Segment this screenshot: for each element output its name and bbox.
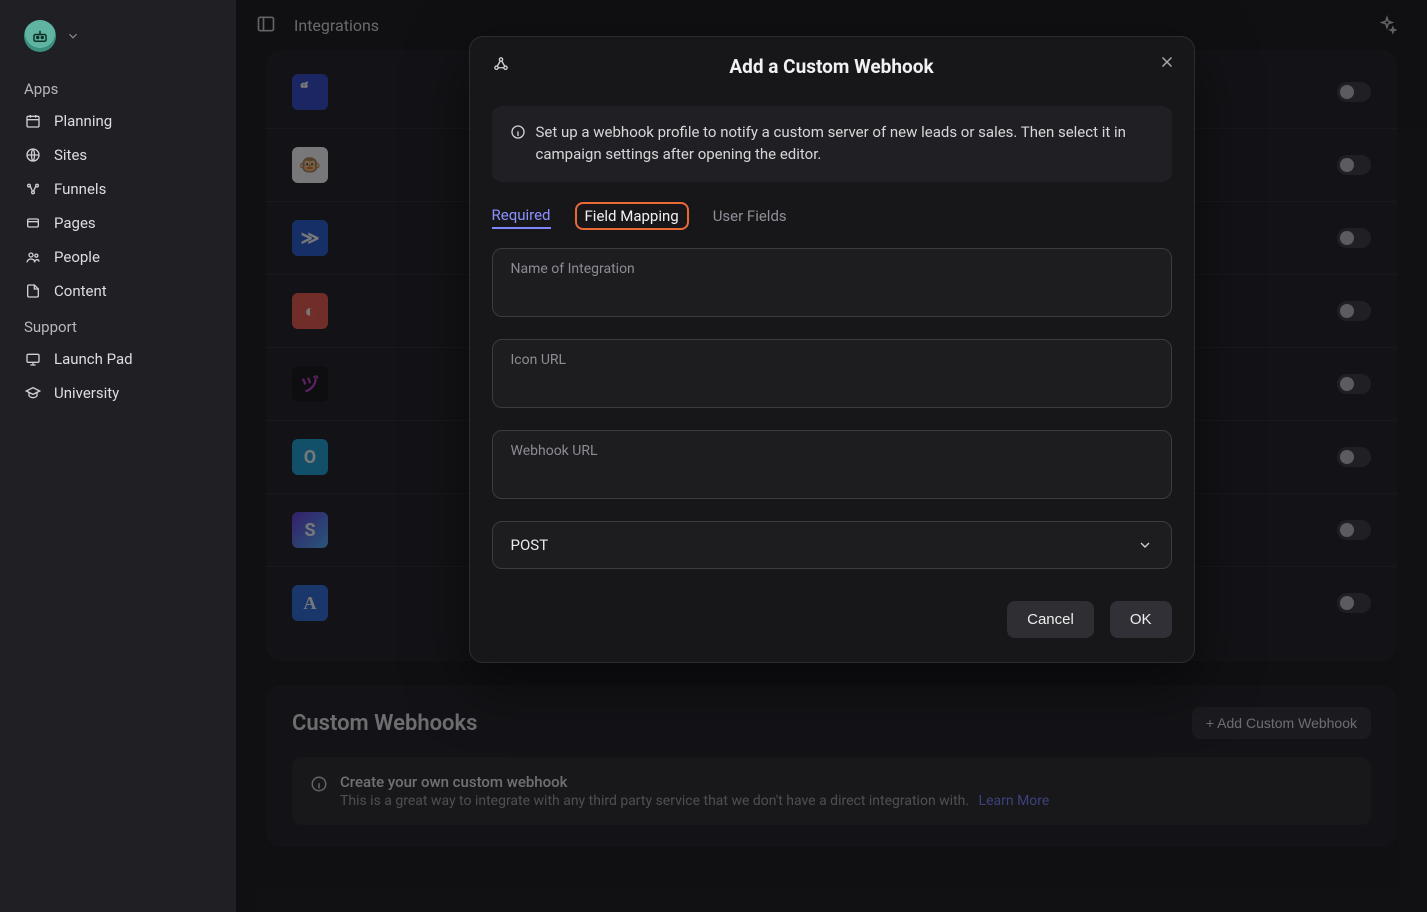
sidebar-item-sites[interactable]: Sites [0, 138, 236, 172]
sidebar-item-label: Planning [54, 112, 112, 130]
tab-field-mapping[interactable]: Field Mapping [575, 202, 689, 230]
sidebar-section-support: Support [0, 308, 236, 342]
cancel-button[interactable]: Cancel [1007, 601, 1094, 638]
http-method-select[interactable]: POST [492, 521, 1172, 569]
workspace-switcher[interactable] [0, 14, 236, 70]
page-icon [24, 214, 42, 232]
name-input[interactable] [493, 249, 1171, 316]
sidebar-item-label: Content [54, 282, 107, 300]
people-icon [24, 248, 42, 266]
add-webhook-modal: Add a Custom Webhook Set up a webhook pr… [469, 36, 1195, 663]
sidebar-item-label: University [54, 384, 119, 402]
content-icon [24, 282, 42, 300]
info-icon [510, 124, 526, 166]
sidebar: Apps Planning Sites Funnels Pages People… [0, 0, 236, 912]
chevron-down-icon [1137, 537, 1153, 553]
webhook-url-input[interactable] [493, 431, 1171, 498]
sidebar-section-apps: Apps [0, 70, 236, 104]
sidebar-item-launch-pad[interactable]: Launch Pad [0, 342, 236, 376]
calendar-icon [24, 112, 42, 130]
sidebar-item-label: Pages [54, 214, 96, 232]
sidebar-item-university[interactable]: University [0, 376, 236, 410]
webhook-url-field[interactable]: Webhook URL [492, 430, 1172, 499]
sidebar-item-label: Launch Pad [54, 350, 133, 368]
sidebar-item-pages[interactable]: Pages [0, 206, 236, 240]
sidebar-item-label: Funnels [54, 180, 106, 198]
icon-url-field[interactable]: Icon URL [492, 339, 1172, 408]
ok-button[interactable]: OK [1110, 601, 1172, 638]
close-icon[interactable] [1158, 53, 1176, 71]
workspace-avatar [24, 20, 56, 52]
modal-callout: Set up a webhook profile to notify a cus… [492, 106, 1172, 182]
sidebar-item-content[interactable]: Content [0, 274, 236, 308]
tab-required[interactable]: Required [492, 202, 551, 229]
grad-icon [24, 384, 42, 402]
launch-icon [24, 350, 42, 368]
webhook-icon [492, 55, 510, 73]
sidebar-item-funnels[interactable]: Funnels [0, 172, 236, 206]
chevron-down-icon [66, 29, 80, 43]
icon-url-input[interactable] [493, 340, 1171, 407]
modal-callout-text: Set up a webhook profile to notify a cus… [536, 122, 1154, 166]
sidebar-item-label: Sites [54, 146, 87, 164]
modal-tabs: Required Field Mapping User Fields [492, 202, 1172, 230]
sidebar-item-people[interactable]: People [0, 240, 236, 274]
tab-user-fields[interactable]: User Fields [713, 203, 787, 229]
name-field[interactable]: Name of Integration [492, 248, 1172, 317]
funnel-icon [24, 180, 42, 198]
sidebar-item-label: People [54, 248, 100, 266]
main: Integrations ็🐵≫◐ヅOSA Custom Webhooks + … [236, 0, 1427, 912]
modal-title: Add a Custom Webhook [729, 55, 933, 78]
sidebar-item-planning[interactable]: Planning [0, 104, 236, 138]
app-root: Apps Planning Sites Funnels Pages People… [0, 0, 1427, 912]
modal-footer: Cancel OK [470, 577, 1194, 662]
http-method-value: POST [511, 536, 549, 554]
globe-icon [24, 146, 42, 164]
modal-body: Set up a webhook profile to notify a cus… [470, 96, 1194, 569]
modal-header: Add a Custom Webhook [470, 37, 1194, 96]
